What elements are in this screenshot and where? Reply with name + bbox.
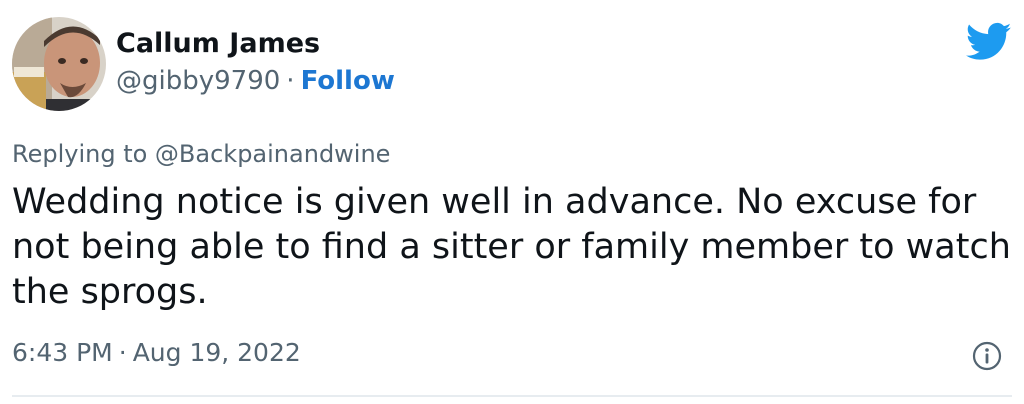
avatar-photo: [12, 17, 106, 111]
author-handle-row: @gibby9790 · Follow: [116, 66, 395, 96]
tweet-card: Callum James @gibby9790 · Follow Replying …: [0, 0, 1024, 404]
tweet-time: 6:43 PM: [12, 338, 113, 367]
author-name[interactable]: Callum James: [116, 28, 320, 59]
tweet-timestamp[interactable]: 6:43 PM · Aug 19, 2022: [12, 338, 301, 367]
separator-dot: ·: [118, 338, 127, 367]
divider: [12, 395, 1012, 397]
author-handle[interactable]: @gibby9790: [116, 66, 280, 96]
tweet-text: Wedding notice is given well in advance.…: [12, 182, 1011, 312]
twitter-bird-icon[interactable]: [966, 22, 1012, 62]
replying-to[interactable]: Replying to @Backpainandwine: [12, 140, 390, 168]
avatar[interactable]: [12, 17, 106, 111]
info-icon[interactable]: [972, 341, 1002, 371]
follow-button[interactable]: Follow: [301, 66, 395, 96]
separator-dot: ·: [286, 66, 295, 96]
tweet-date: Aug 19, 2022: [132, 338, 301, 367]
